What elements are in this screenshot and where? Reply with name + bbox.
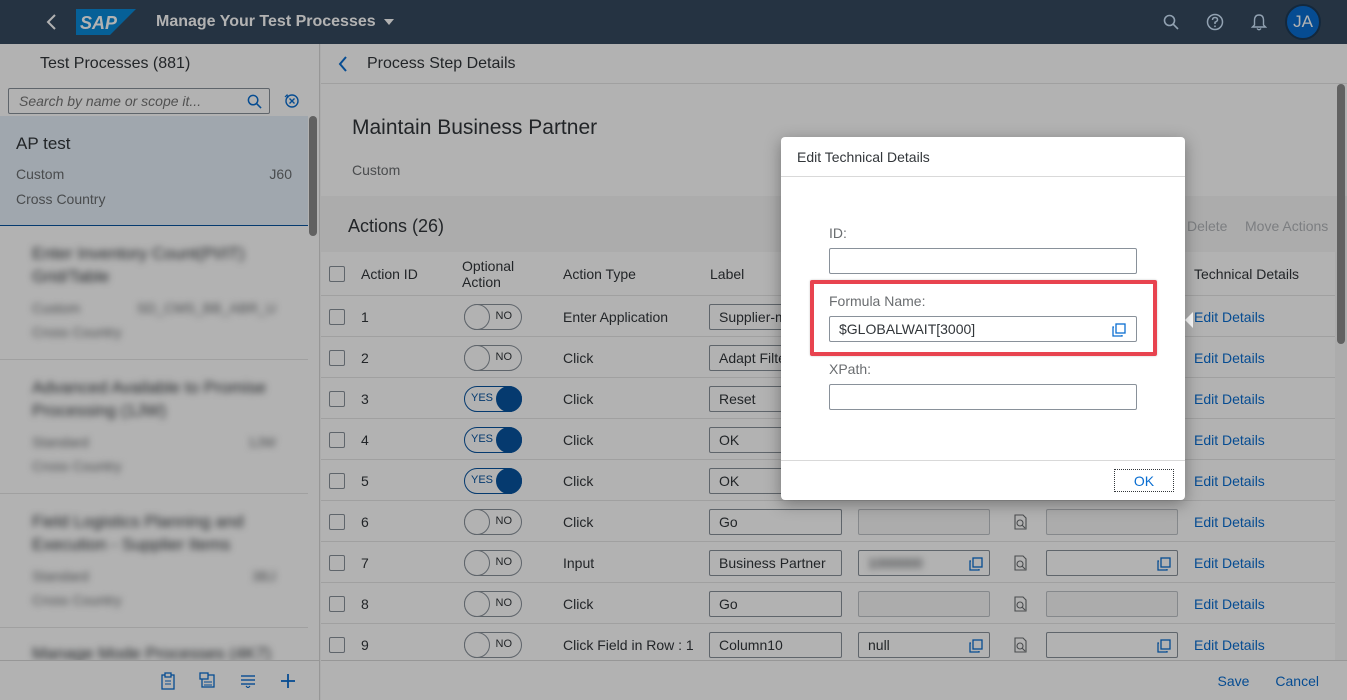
id-label: ID: [829, 225, 847, 241]
dialog-footer: OK [781, 460, 1185, 500]
highlight-box [810, 280, 1157, 356]
xpath-input[interactable] [829, 384, 1137, 410]
dialog-title: Edit Technical Details [781, 137, 1185, 177]
xpath-label: XPath: [829, 361, 872, 377]
popover-arrow [1185, 312, 1193, 328]
id-input[interactable] [829, 248, 1137, 274]
ok-button[interactable]: OK [1114, 469, 1174, 492]
edit-technical-details-dialog: Edit Technical Details ID: Formula Name:… [781, 137, 1185, 500]
